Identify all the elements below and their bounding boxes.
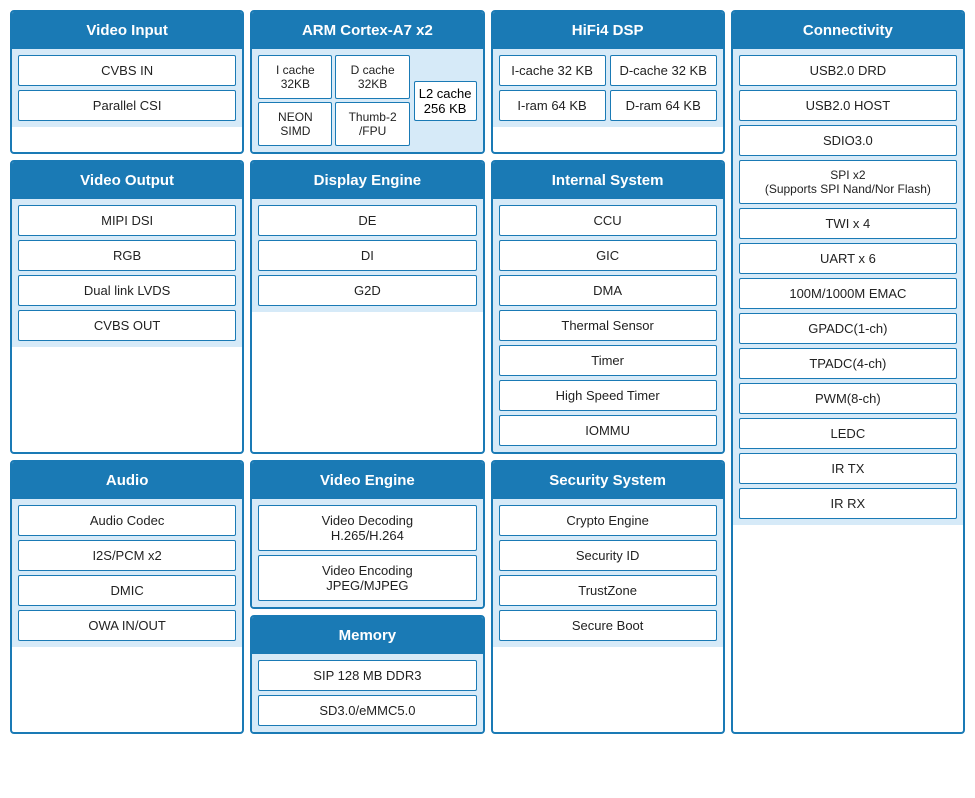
list-item: CCU	[499, 205, 717, 236]
list-item: D cache 32KB	[335, 55, 409, 99]
list-item: Crypto Engine	[499, 505, 717, 536]
list-item: I cache 32KB	[258, 55, 332, 99]
list-item: LEDC	[739, 418, 957, 449]
video-input-header: Video Input	[12, 12, 242, 49]
arm-l2-cache: L2 cache 256 KB	[414, 81, 477, 121]
list-item: Audio Codec	[18, 505, 236, 536]
list-item: TPADC(4-ch)	[739, 348, 957, 379]
list-item: SIP 128 MB DDR3	[258, 660, 476, 691]
internal-system-block: Internal System CCU GIC DMA Thermal Sens…	[491, 160, 725, 454]
connectivity-block: Connectivity USB2.0 DRD USB2.0 HOST SDIO…	[731, 10, 965, 734]
audio-items: Audio Codec I2S/PCM x2 DMIC OWA IN/OUT	[12, 499, 242, 647]
arm-inner: I cache 32KB D cache 32KB NEON SIMD Thum…	[252, 49, 482, 152]
video-engine-header: Video Engine	[252, 462, 482, 499]
list-item: UART x 6	[739, 243, 957, 274]
audio-block: Audio Audio Codec I2S/PCM x2 DMIC OWA IN…	[10, 460, 244, 734]
list-item: PWM(8-ch)	[739, 383, 957, 414]
video-engine-items: Video Decoding H.265/H.264 Video Encodin…	[252, 499, 482, 607]
list-item: TWI x 4	[739, 208, 957, 239]
list-item: I2S/PCM x2	[18, 540, 236, 571]
list-item: DMA	[499, 275, 717, 306]
connectivity-items: USB2.0 DRD USB2.0 HOST SDIO3.0 SPI x2 (S…	[733, 49, 963, 525]
security-system-header: Security System	[493, 462, 723, 499]
display-engine-header: Display Engine	[252, 162, 482, 199]
list-item: SDIO3.0	[739, 125, 957, 156]
list-item: High Speed Timer	[499, 380, 717, 411]
list-item: USB2.0 HOST	[739, 90, 957, 121]
list-item: RGB	[18, 240, 236, 271]
list-item: D-ram 64 KB	[610, 90, 717, 121]
hifi4-row2: I-ram 64 KB D-ram 64 KB	[499, 90, 717, 121]
list-item: DE	[258, 205, 476, 236]
list-item: Thermal Sensor	[499, 310, 717, 341]
hifi4-block: HiFi4 DSP I-cache 32 KB D-cache 32 KB I-…	[491, 10, 725, 154]
list-item: Parallel CSI	[18, 90, 236, 121]
list-item: SPI x2 (Supports SPI Nand/Nor Flash)	[739, 160, 957, 204]
video-input-items: CVBS IN Parallel CSI	[12, 49, 242, 127]
list-item: NEON SIMD	[258, 102, 332, 146]
list-item: SD3.0/eMMC5.0	[258, 695, 476, 726]
hifi4-inner: I-cache 32 KB D-cache 32 KB I-ram 64 KB …	[493, 49, 723, 127]
display-engine-items: DE DI G2D	[252, 199, 482, 312]
arm-cortex-header: ARM Cortex-A7 x2	[252, 12, 482, 49]
video-input-block: Video Input CVBS IN Parallel CSI	[10, 10, 244, 154]
list-item: Secure Boot	[499, 610, 717, 641]
list-item: Timer	[499, 345, 717, 376]
list-item: IR RX	[739, 488, 957, 519]
video-engine-block: Video Engine Video Decoding H.265/H.264 …	[250, 460, 484, 609]
list-item: Video Decoding H.265/H.264	[258, 505, 476, 551]
list-item: MIPI DSI	[18, 205, 236, 236]
list-item: IOMMU	[499, 415, 717, 446]
list-item: GIC	[499, 240, 717, 271]
list-item: G2D	[258, 275, 476, 306]
diagram: Video Input CVBS IN Parallel CSI ARM Cor…	[10, 10, 965, 734]
video-output-header: Video Output	[12, 162, 242, 199]
list-item: OWA IN/OUT	[18, 610, 236, 641]
security-system-block: Security System Crypto Engine Security I…	[491, 460, 725, 734]
list-item: Thumb-2 /FPU	[335, 102, 409, 146]
list-item: I-ram 64 KB	[499, 90, 606, 121]
connectivity-header: Connectivity	[733, 12, 963, 49]
internal-system-header: Internal System	[493, 162, 723, 199]
hifi4-header: HiFi4 DSP	[493, 12, 723, 49]
list-item: Video Encoding JPEG/MJPEG	[258, 555, 476, 601]
list-item: GPADC(1-ch)	[739, 313, 957, 344]
list-item: I-cache 32 KB	[499, 55, 606, 86]
arm-cortex-block: ARM Cortex-A7 x2 I cache 32KB D cache 32…	[250, 10, 484, 154]
audio-header: Audio	[12, 462, 242, 499]
memory-header: Memory	[252, 617, 482, 654]
internal-system-items: CCU GIC DMA Thermal Sensor Timer High Sp…	[493, 199, 723, 452]
security-system-items: Crypto Engine Security ID TrustZone Secu…	[493, 499, 723, 647]
list-item: D-cache 32 KB	[610, 55, 717, 86]
list-item: 100M/1000M EMAC	[739, 278, 957, 309]
list-item: Security ID	[499, 540, 717, 571]
hifi4-row1: I-cache 32 KB D-cache 32 KB	[499, 55, 717, 86]
list-item: IR TX	[739, 453, 957, 484]
list-item: TrustZone	[499, 575, 717, 606]
memory-items: SIP 128 MB DDR3 SD3.0/eMMC5.0	[252, 654, 482, 732]
display-engine-block: Display Engine DE DI G2D	[250, 160, 484, 454]
video-output-block: Video Output MIPI DSI RGB Dual link LVDS…	[10, 160, 244, 454]
list-item: Dual link LVDS	[18, 275, 236, 306]
arm-cache-grid: I cache 32KB D cache 32KB NEON SIMD Thum…	[258, 55, 409, 146]
memory-block: Memory SIP 128 MB DDR3 SD3.0/eMMC5.0	[250, 615, 484, 734]
video-output-items: MIPI DSI RGB Dual link LVDS CVBS OUT	[12, 199, 242, 347]
list-item: USB2.0 DRD	[739, 55, 957, 86]
list-item: CVBS IN	[18, 55, 236, 86]
list-item: CVBS OUT	[18, 310, 236, 341]
list-item: DMIC	[18, 575, 236, 606]
list-item: DI	[258, 240, 476, 271]
